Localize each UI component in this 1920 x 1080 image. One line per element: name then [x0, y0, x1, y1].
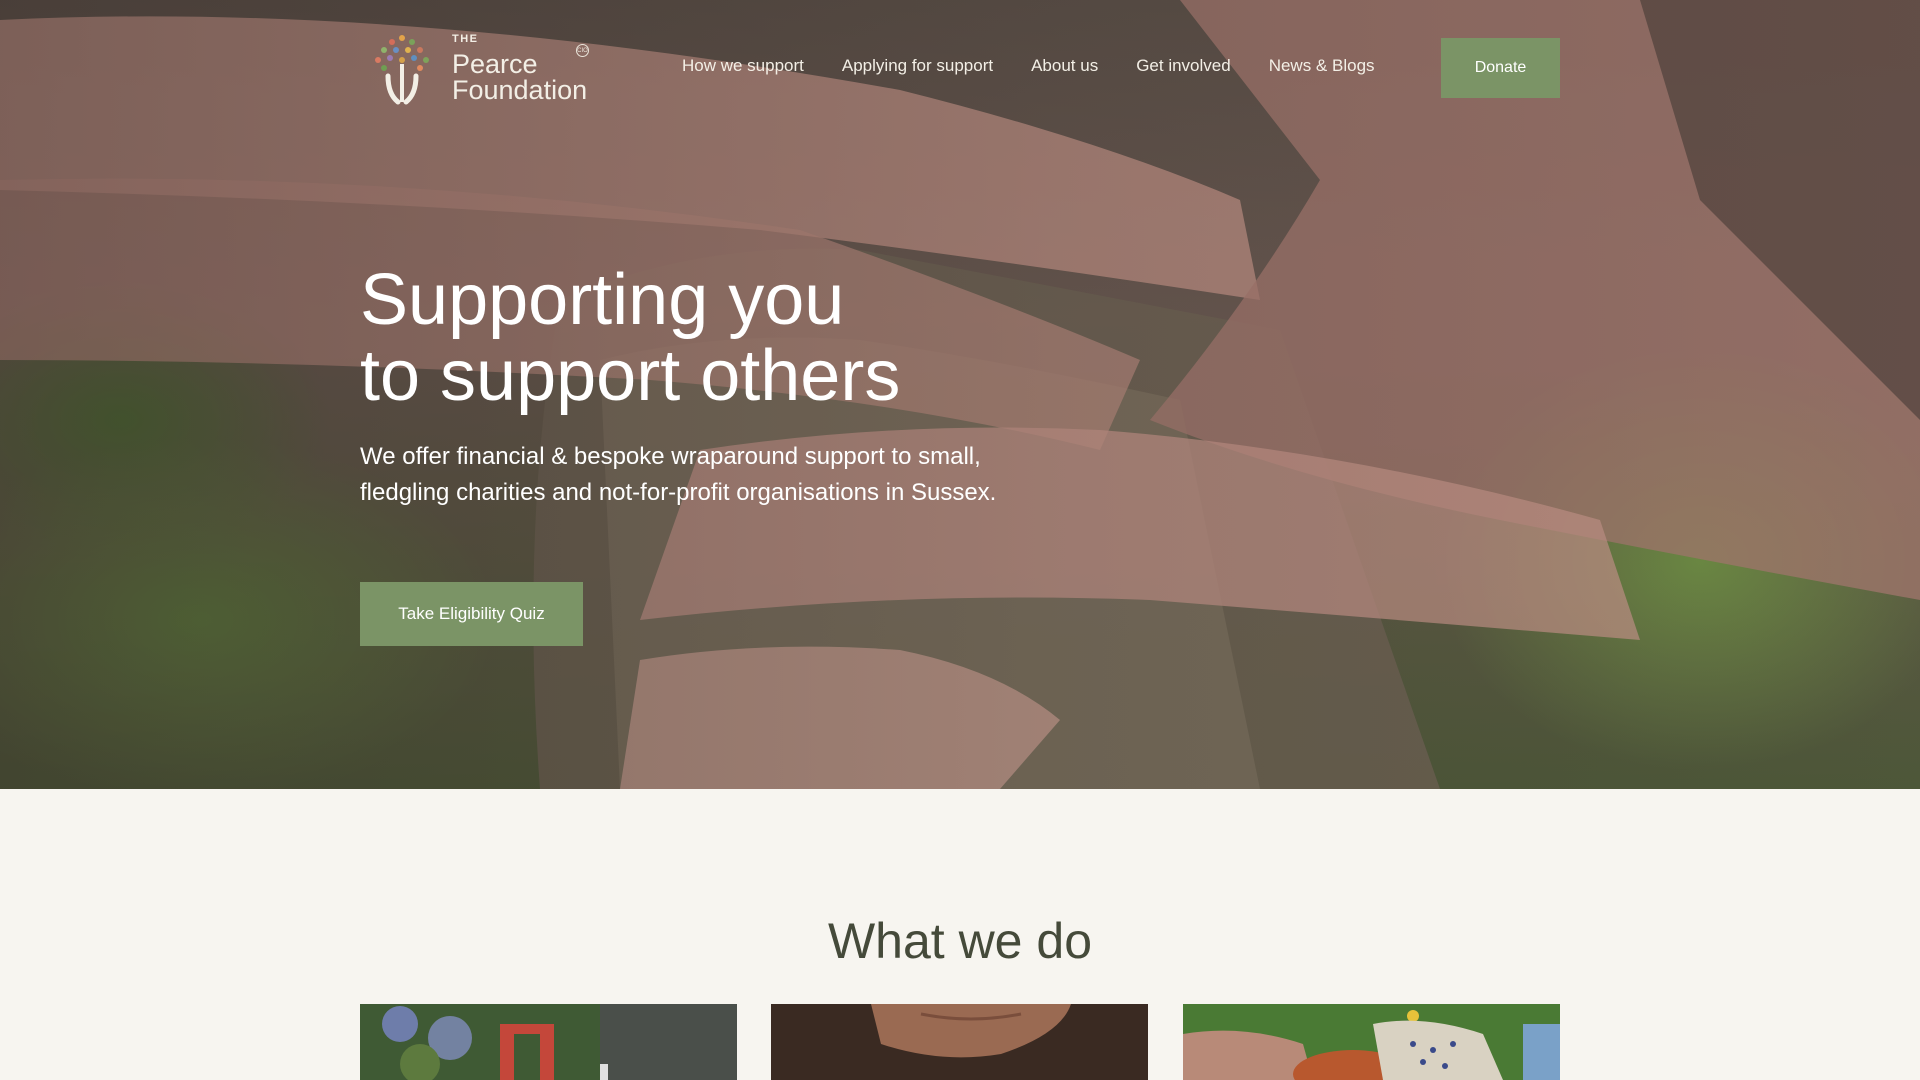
site-logo[interactable]: THE Pearce Foundation CIO: [366, 30, 589, 106]
eligibility-quiz-button[interactable]: Take Eligibility Quiz: [360, 582, 583, 646]
harvest-photo: [1183, 1004, 1560, 1080]
what-we-do-card-soil[interactable]: [771, 1004, 1148, 1080]
logo-name-line1: Pearce: [452, 48, 538, 79]
what-we-do-card-garden[interactable]: [360, 1004, 737, 1080]
nav-get-involved[interactable]: Get involved: [1136, 56, 1231, 76]
logo-name-line2: Foundation: [452, 74, 588, 105]
cio-badge-icon: CIO: [576, 44, 589, 57]
logo-wordmark: THE Pearce Foundation: [452, 32, 588, 105]
donate-button[interactable]: Donate: [1441, 38, 1560, 98]
nav-news-blogs[interactable]: News & Blogs: [1269, 56, 1375, 76]
nav-about-us[interactable]: About us: [1031, 56, 1098, 76]
hero-title-line1: Supporting you: [360, 260, 845, 340]
main-nav: How we support Applying for support Abou…: [682, 56, 1375, 76]
what-we-do-card-harvest[interactable]: [1183, 1004, 1560, 1080]
garden-photo: [360, 1004, 737, 1080]
logo-the: THE: [452, 32, 479, 45]
hero-section: THE Pearce Foundation CIO How we support…: [0, 0, 1920, 789]
hero-subtitle: We offer financial & bespoke wraparound …: [360, 443, 997, 506]
hero-title: Supporting you to support others: [360, 262, 1260, 414]
what-we-do-title: What we do: [827, 913, 1092, 969]
soil-hands-photo: [771, 1004, 1148, 1080]
hero-title-line2: to support others: [360, 336, 901, 416]
nav-how-we-support[interactable]: How we support: [682, 56, 804, 76]
tree-hands-logo-icon: [375, 35, 429, 105]
nav-applying-for-support[interactable]: Applying for support: [842, 56, 993, 76]
